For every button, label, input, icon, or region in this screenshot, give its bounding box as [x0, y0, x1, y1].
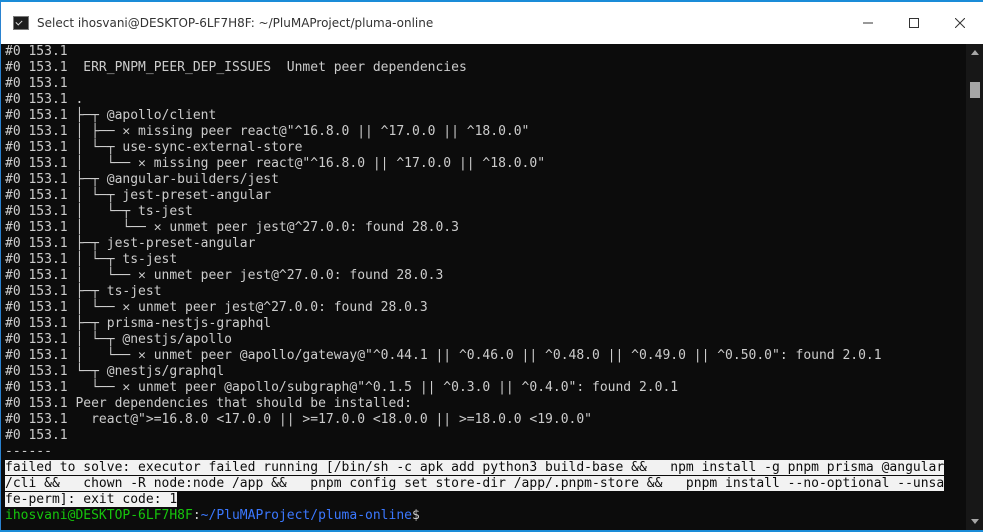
output-lines: #0 153.1 #0 153.1 ERR_PNPM_PEER_DEP_ISSUE…	[1, 44, 967, 460]
error-message: failed to solve: executor failed running…	[1, 460, 967, 508]
console-icon[interactable]	[13, 16, 29, 30]
prompt-symbol: $	[412, 508, 420, 523]
output-line: #0 153.1 │ └── ✕ missing peer react@"^16…	[5, 156, 546, 171]
output-line: #0 153.1 │ └── ✕ unmet peer jest@^27.0.0…	[5, 300, 428, 315]
terminal-output[interactable]: #0 153.1 #0 153.1 ERR_PNPM_PEER_DEP_ISSUE…	[1, 44, 967, 530]
output-line: #0 153.1 │ └── ✕ unmet peer jest@^27.0.0…	[5, 268, 444, 283]
output-line: #0 153.1 ├─┬ @angular-builders/jest	[5, 172, 279, 187]
scrollbar-thumb[interactable]	[970, 82, 980, 98]
output-line: #0 153.1 │ └─┬ ts-jest	[5, 204, 193, 219]
chevron-up-icon	[970, 50, 979, 55]
close-icon	[955, 18, 965, 28]
output-line: #0 153.1 │ └─┬ use-sync-external-store	[5, 140, 303, 155]
title-bar[interactable]: Select ihosvani@DESKTOP-6LF7H8F: ~/PluMA…	[1, 2, 983, 44]
minimize-button[interactable]	[845, 2, 891, 44]
output-line: #0 153.1 │ └── ✕ unmet peer @apollo/gate…	[5, 348, 882, 363]
output-line: #0 153.1 │ └─┬ jest-preset-angular	[5, 188, 272, 203]
output-line: #0 153.1 │ └─┬ @nestjs/apollo	[5, 332, 232, 347]
prompt-colon: :	[192, 508, 201, 523]
output-line: #0 153.1 │ ├── ✕ missing peer react@"^16…	[5, 124, 530, 139]
output-line: #0 153.1	[5, 428, 68, 443]
output-line: #0 153.1 └── ✕ unmet peer @apollo/subgra…	[5, 380, 679, 395]
output-line: #0 153.1 ├─┬ ts-jest	[5, 284, 162, 299]
output-line: #0 153.1 ERR_PNPM_PEER_DEP_ISSUES Unmet …	[5, 60, 467, 75]
output-line: #0 153.1 └─┬ @nestjs/graphql	[5, 364, 225, 379]
error-line: /cli && chown -R node:node /app && pnpm …	[5, 476, 945, 491]
output-line: #0 153.1 react@">=16.8.0 <17.0.0 || >=17…	[5, 412, 592, 427]
error-line: fe-perm]: exit code: 1	[5, 492, 178, 507]
output-line: #0 153.1 ├─┬ prisma-nestjs-graphql	[5, 316, 272, 331]
maximize-icon	[909, 18, 919, 28]
terminal-window: Select ihosvani@DESKTOP-6LF7H8F: ~/PluMA…	[0, 2, 983, 530]
maximize-button[interactable]	[891, 2, 937, 44]
window-controls	[845, 2, 983, 44]
vertical-scrollbar[interactable]	[966, 44, 983, 530]
output-line: ------	[5, 444, 52, 459]
shell-prompt[interactable]: ihosvani@DESKTOP-6LF7H8F:~/PluMAProject/…	[1, 508, 967, 524]
window-title: Select ihosvani@DESKTOP-6LF7H8F: ~/PluMA…	[37, 16, 434, 30]
output-line: #0 153.1	[5, 44, 68, 59]
prompt-user-host: ihosvani@DESKTOP-6LF7H8F	[5, 508, 193, 523]
scroll-down-button[interactable]	[966, 513, 983, 530]
prompt-path: ~/PluMAProject/pluma-online	[200, 508, 412, 523]
scroll-up-button[interactable]	[966, 44, 983, 61]
output-line: #0 153.1 │ └─┬ ts-jest	[5, 252, 178, 267]
output-line: #0 153.1 │ └── ✕ unmet peer jest@^27.0.0…	[5, 220, 459, 235]
output-line: #0 153.1 ├─┬ jest-preset-angular	[5, 236, 256, 251]
minimize-icon	[863, 22, 873, 24]
error-line: failed to solve: executor failed running…	[5, 460, 945, 475]
output-line: #0 153.1	[5, 76, 68, 91]
output-line: #0 153.1 .	[5, 92, 84, 107]
chevron-down-icon	[970, 519, 979, 524]
output-line: #0 153.1 ├─┬ @apollo/client	[5, 108, 217, 123]
output-line: #0 153.1 Peer dependencies that should b…	[5, 396, 412, 411]
close-button[interactable]	[937, 2, 983, 44]
